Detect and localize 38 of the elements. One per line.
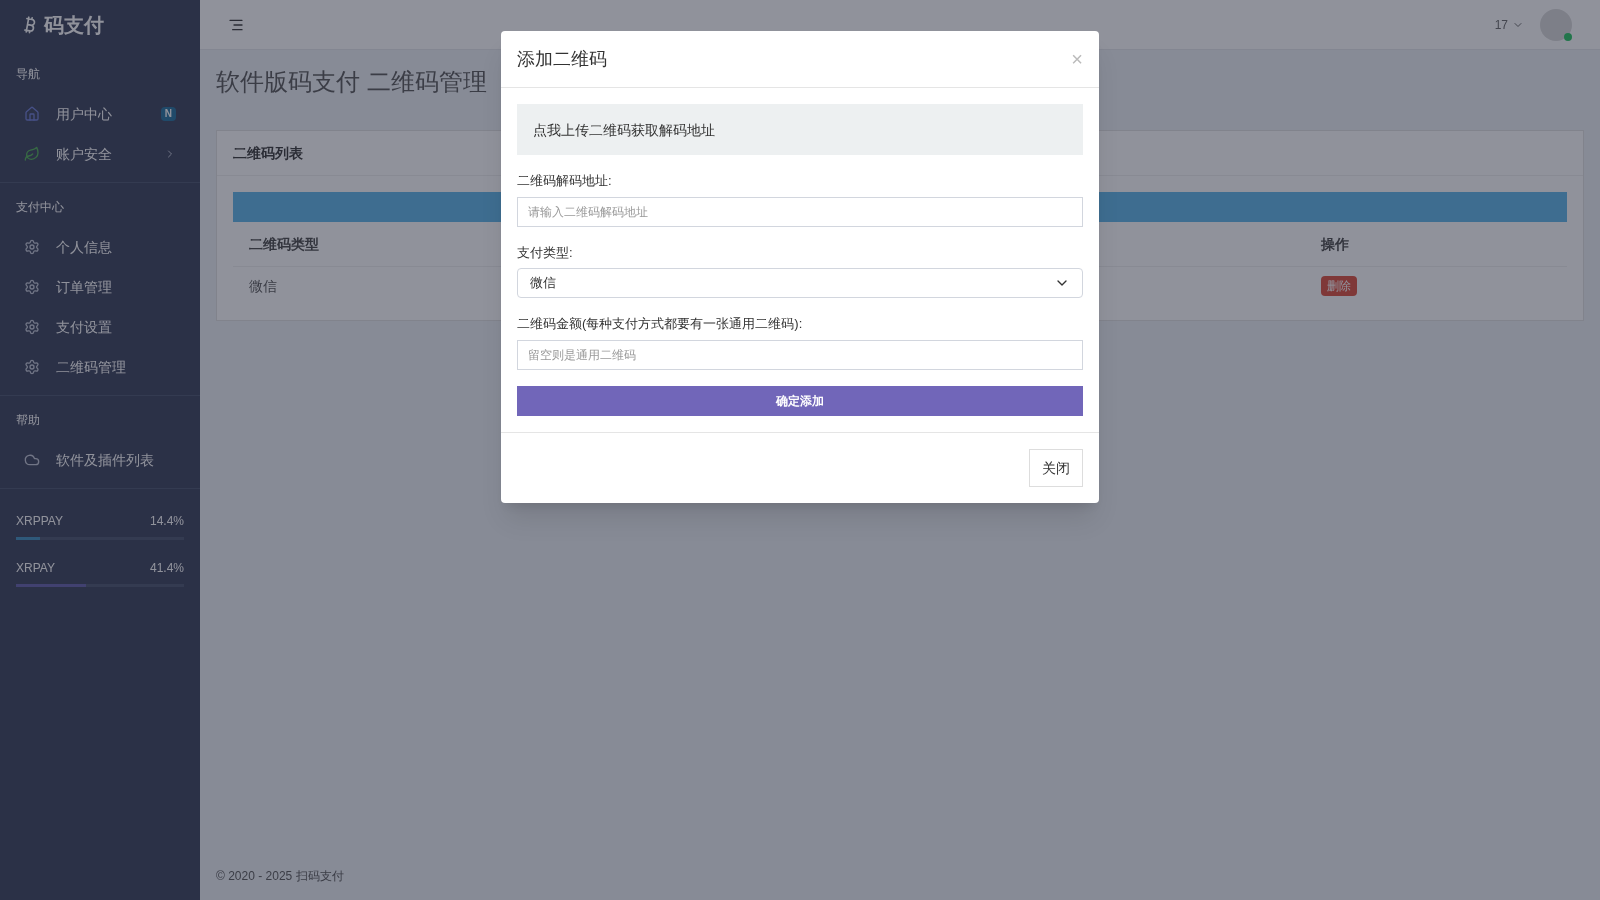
sidebar-item[interactable]: 支付设置 [0,307,200,347]
meter-label: XRPAY [16,560,55,576]
meter-label: XRPPAY [16,513,63,529]
section-title: 导航 [15,66,41,83]
sidebar-item[interactable]: 账户安全 [0,134,200,174]
page-title: 软件版码支付 二维码管理 [216,67,488,97]
sidebar-item[interactable]: 个人信息 [0,227,200,267]
column-header: 二维码类型 [249,236,319,252]
gear-icon [24,359,40,375]
sidebar-item[interactable]: 二维码管理 [0,347,200,387]
meter-reading: 14.4% [149,513,184,529]
brand-name: 码支付 [44,13,104,38]
cloud-icon [24,452,40,468]
delete-button[interactable]: 删除 [1321,276,1357,296]
leaf-icon [24,146,40,162]
user-menu[interactable]: 17 [1494,16,1524,33]
modal-title: 添加二维码 [517,48,607,71]
sidebar-item[interactable]: 软件及插件列表 [0,440,200,480]
submit-button[interactable]: 确定添加 [517,385,1083,416]
gear-icon [24,239,40,255]
section-title: 支付中心 [15,199,65,216]
input-field[interactable]: 请输入二维码解码地址 [517,196,1083,227]
column-header: 操作 [1321,235,1350,254]
select-field[interactable]: 微信 [517,268,1083,298]
table-cell: 微信 [249,277,277,294]
meter-reading: 41.4% [149,560,184,576]
input-field[interactable]: 留空则是通用二维码 [517,339,1083,370]
gear-icon [24,279,40,295]
home-icon [24,106,40,122]
gear-icon [24,319,40,335]
badge: N [160,106,176,122]
field-label: 二维码金额(每种支付方式都要有一张通用二维码): [517,315,804,333]
footer-text: © 2020 - 2025 扫码支付 [215,868,345,885]
close-dialog-button[interactable]: 关闭 [1029,448,1083,487]
sidebar-item[interactable]: 用户中心 N [0,94,200,134]
sidebar-item[interactable]: 订单管理 [0,267,200,307]
section-title: 帮助 [15,412,41,429]
field-label: 支付类型: [517,243,574,262]
